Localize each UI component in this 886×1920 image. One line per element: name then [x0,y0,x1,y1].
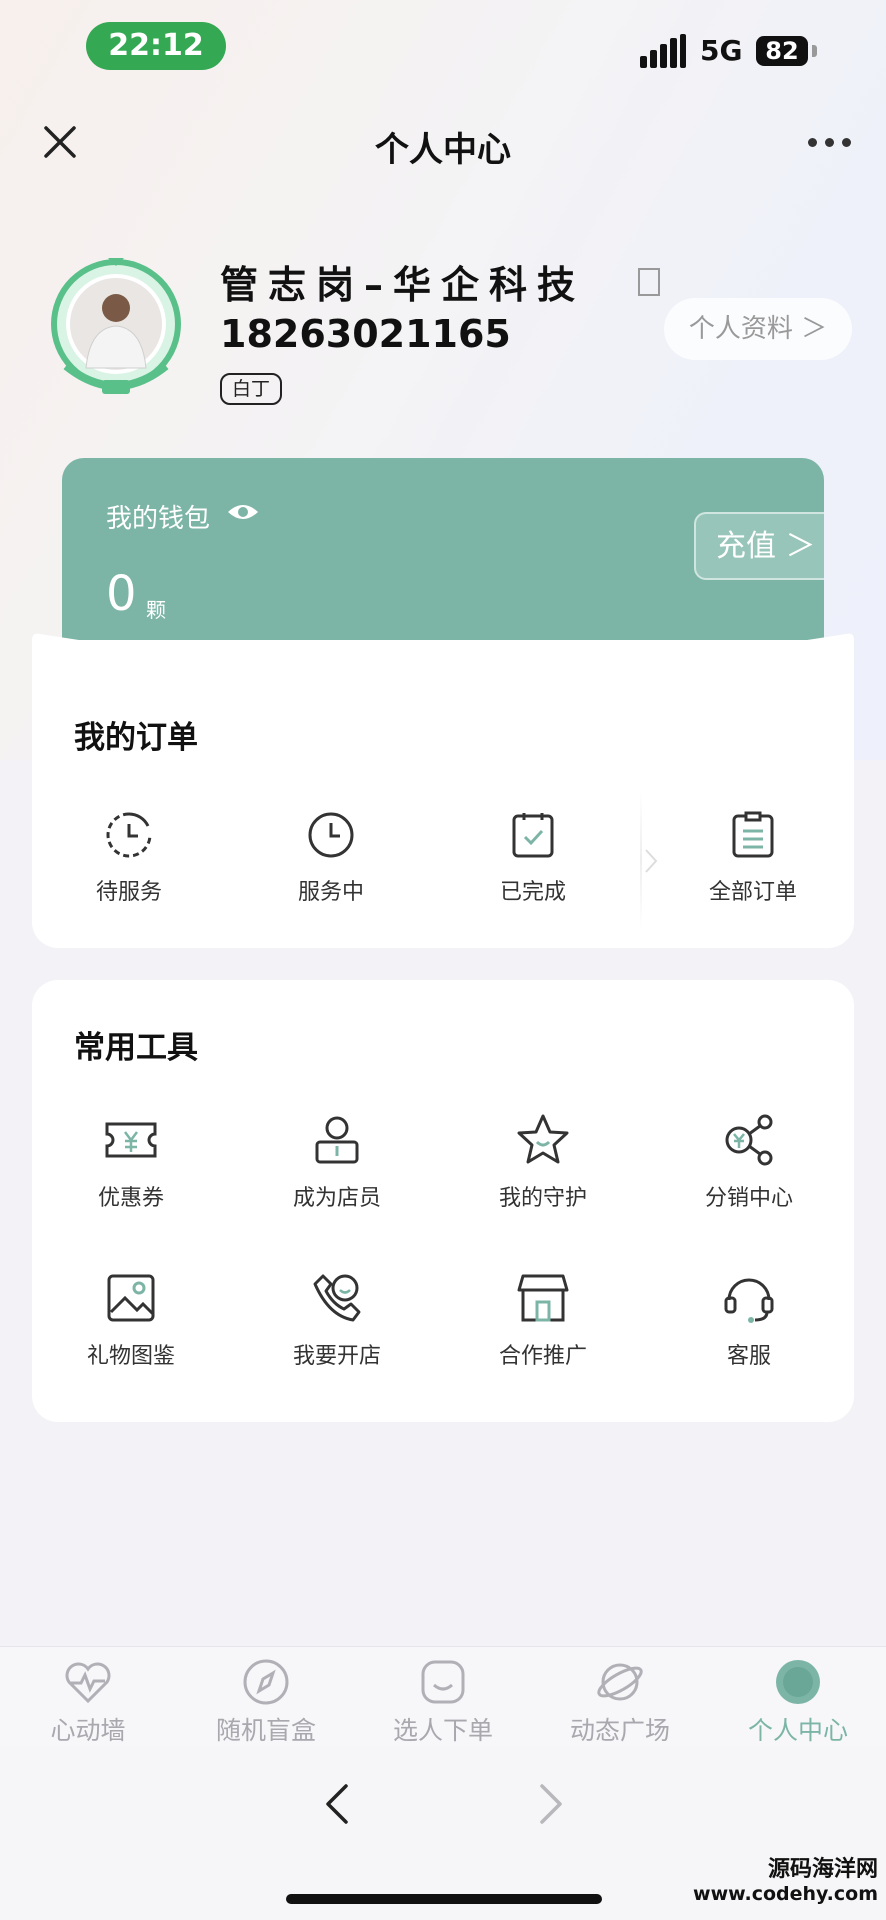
tool-my-guard[interactable]: 我的守护 [468,1112,618,1212]
tab-profile[interactable]: 个人中心 [718,1657,878,1747]
order-label: 待服务 [95,880,162,905]
status-time: 22:12 [86,22,226,70]
signal-icon [640,34,686,68]
image-icon [107,1274,155,1322]
avatar[interactable] [46,256,186,400]
clock-icon [308,812,354,858]
tool-label: 成为店员 [292,1186,381,1211]
order-all[interactable]: 全部订单 [688,810,818,906]
verify-box-icon [638,268,660,296]
forward-icon[interactable] [536,1782,566,1826]
nav-bar: 个人中心 [0,100,886,190]
orders-card: 我的订单 待服务 服务中 已完成 全部订单 [32,640,854,948]
wallet-unit: 颗 [146,598,166,622]
phone-smile-icon [313,1274,361,1322]
more-icon[interactable] [808,138,852,148]
page-title: 个人中心 [375,130,511,170]
tab-pick-order[interactable]: 选人下单 [363,1657,523,1747]
battery-icon: 82 [756,36,808,66]
order-in-service[interactable]: 服务中 [266,810,396,906]
status-bar: 22:12 5G 82 [0,0,886,100]
watermark-line1: 源码海洋网 [767,1857,878,1882]
wallet-title: 我的钱包 [106,504,211,534]
tool-label: 合作推广 [498,1344,587,1369]
tool-label: 礼物图鉴 [86,1344,175,1369]
tab-random-box[interactable]: 随机盲盒 [186,1657,346,1747]
order-label: 已完成 [499,880,566,905]
tool-promotion[interactable]: 合作推广 [468,1270,618,1370]
tool-customer-service[interactable]: 客服 [674,1270,824,1370]
battery-tip [812,45,817,57]
orders-title: 我的订单 [74,720,198,756]
browser-toolbar: 源码海洋网 www.codehy.com [0,1746,886,1920]
heart-pulse-icon [65,1662,111,1704]
smile-box-icon [421,1660,465,1704]
tools-title: 常用工具 [74,1030,198,1066]
recharge-button[interactable]: 充值 ＞ [694,512,824,580]
tab-square[interactable]: 动态广场 [540,1657,700,1747]
order-pending[interactable]: 待服务 [64,810,194,906]
tool-coupon[interactable]: 优惠券 [56,1112,206,1212]
tab-heart-wall[interactable]: 心动墙 [8,1657,168,1747]
tab-label: 随机盲盒 [215,1716,316,1745]
tool-become-staff[interactable]: 成为店员 [262,1112,412,1212]
star-icon [517,1114,569,1164]
tool-distribution[interactable]: 分销中心 [674,1112,824,1212]
tool-label: 优惠券 [97,1186,164,1211]
planet-icon [597,1663,643,1701]
user-badge-icon [315,1116,359,1164]
tab-bar: 心动墙 随机盲盒 选人下单 动态广场 个人中心 [0,1646,886,1747]
tools-card: 常用工具 优惠券 成为店员 我的守护 分销中心 礼物图鉴 我要开店 合作推广 客… [32,980,854,1422]
tab-label: 选人下单 [392,1716,493,1745]
level-badge: 白丁 [220,373,283,405]
tool-gift-gallery[interactable]: 礼物图鉴 [56,1270,206,1370]
watermark-line2: www.codehy.com [693,1883,878,1905]
profile-circle-icon [776,1660,820,1704]
order-label: 服务中 [297,880,364,905]
tool-label: 我要开店 [292,1344,381,1369]
order-divider [640,790,642,930]
tool-open-store[interactable]: 我要开店 [262,1270,412,1370]
tab-label: 个人中心 [747,1716,848,1745]
watermark: 源码海洋网 www.codehy.com [682,1858,878,1906]
store-icon [517,1274,569,1322]
tool-label: 客服 [726,1344,771,1369]
back-icon[interactable] [322,1782,352,1826]
clock-refresh-icon [106,812,152,858]
tab-label: 动态广场 [569,1716,670,1745]
compass-icon [243,1659,289,1705]
wallet-balance: 0 [106,566,137,622]
share-yen-icon [725,1114,773,1166]
clipboard-check-icon [512,813,554,858]
headset-icon [724,1278,774,1323]
tool-label: 分销中心 [704,1186,793,1211]
user-phone: 18263021165 [220,312,511,356]
order-completed[interactable]: 已完成 [468,810,598,906]
tab-label: 心动墙 [50,1716,126,1745]
user-name: 管志岗–华企科技 [220,263,586,307]
chevron-right-icon [645,849,658,873]
home-indicator[interactable] [286,1894,602,1904]
coupon-icon [105,1122,157,1158]
clipboard-list-icon [732,811,774,858]
order-label: 全部订单 [708,880,797,905]
tool-label: 我的守护 [498,1186,587,1211]
eye-icon[interactable] [226,500,260,524]
profile-button[interactable]: 个人资料 ＞ [664,298,852,360]
network-label: 5G [700,34,743,67]
